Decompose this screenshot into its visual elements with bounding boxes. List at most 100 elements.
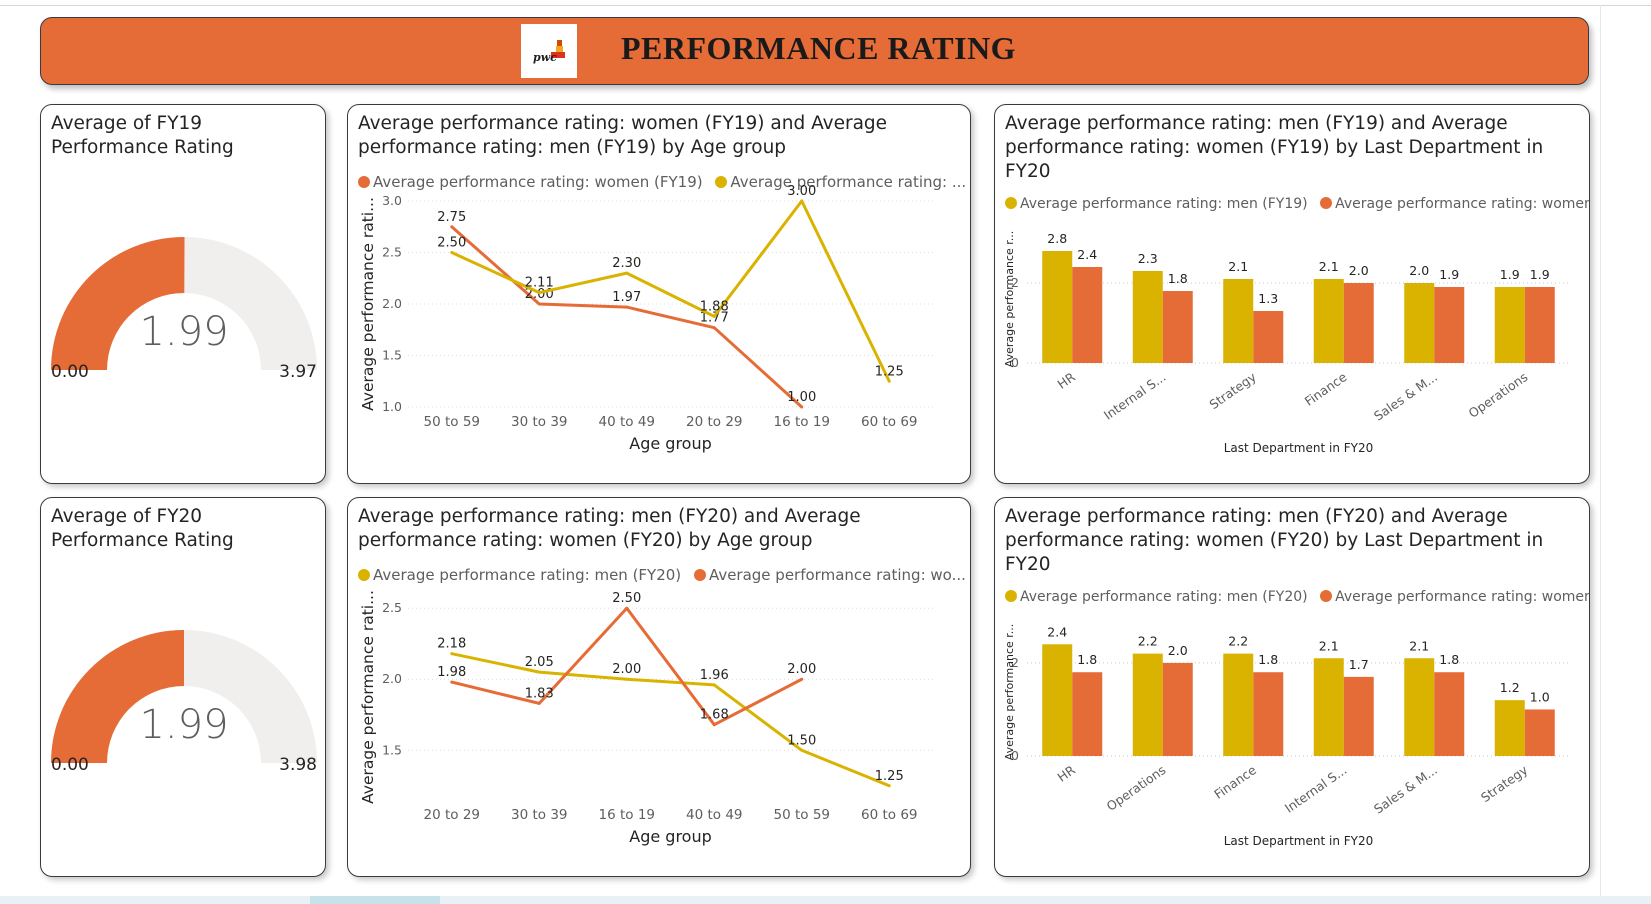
data-label: 2.05 (525, 655, 554, 670)
gauge-value: 1.99 (139, 309, 228, 355)
page-title: PERFORMANCE RATING (621, 30, 1017, 66)
data-label: 2.1 (1319, 638, 1339, 653)
data-label: 2.50 (437, 236, 466, 251)
bar[interactable] (1162, 662, 1193, 756)
data-point[interactable] (712, 683, 716, 687)
data-point[interactable] (712, 314, 716, 318)
data-point[interactable] (800, 405, 804, 409)
data-point[interactable] (887, 784, 891, 788)
data-point[interactable] (625, 305, 629, 309)
data-label: 2.2 (1138, 634, 1158, 649)
data-point[interactable] (712, 326, 716, 330)
data-point[interactable] (450, 652, 454, 656)
gauge-min-label: 0.00 (51, 362, 89, 382)
series-line[interactable] (451, 652, 890, 788)
bar[interactable] (1042, 251, 1073, 363)
series-line[interactable] (450, 225, 803, 409)
data-point[interactable] (800, 199, 804, 203)
data-point[interactable] (800, 748, 804, 752)
x-axis-title: Age group (629, 434, 712, 453)
data-point[interactable] (887, 379, 891, 383)
y-tick-label: 2.0 (382, 296, 402, 311)
gauge-max-label: 3.97 (279, 362, 317, 382)
bar[interactable] (1343, 676, 1374, 756)
bar[interactable] (1223, 279, 1254, 363)
data-point[interactable] (625, 677, 629, 681)
bar[interactable] (1132, 271, 1163, 363)
y-tick-label: 1.0 (382, 399, 402, 414)
data-point[interactable] (537, 670, 541, 674)
bar[interactable] (1494, 287, 1525, 363)
bar[interactable] (1253, 672, 1284, 756)
bar[interactable] (1343, 283, 1374, 363)
x-tick-label: 30 to 39 (511, 414, 568, 430)
gauge-value: 1.99 (139, 702, 228, 748)
bar[interactable] (1313, 279, 1344, 363)
bar-chart-card-fy19[interactable]: Average performance rating: men (FY19) a… (994, 104, 1590, 484)
data-label: 2.3 (1138, 251, 1158, 266)
data-point[interactable] (450, 251, 454, 254)
x-tick-label: HR (1055, 369, 1079, 392)
data-label: 2.75 (437, 210, 466, 225)
data-label: 1.0 (1530, 689, 1550, 704)
bar-chart-card-fy20[interactable]: Average performance rating: men (FY20) a… (994, 497, 1590, 877)
data-point[interactable] (625, 606, 629, 610)
bar[interactable] (1524, 709, 1555, 756)
gauge-card-fy20[interactable]: Average of FY20 Performance Rating 1.99 0… (40, 497, 326, 877)
bar[interactable] (1132, 653, 1163, 756)
data-label: 2.0 (1409, 263, 1429, 278)
data-label: 1.88 (700, 299, 729, 314)
data-point[interactable] (450, 680, 454, 684)
data-label: 1.00 (787, 390, 816, 405)
report-page: pwc PERFORMANCE RATING Average of FY19 P… (0, 0, 1651, 904)
data-label: 1.96 (700, 668, 729, 683)
data-label: 2.50 (612, 591, 641, 606)
bar[interactable] (1042, 644, 1073, 756)
x-tick-label: Internal S... (1101, 369, 1169, 423)
x-axis-title: Age group (629, 827, 712, 846)
data-point[interactable] (712, 723, 716, 727)
data-point[interactable] (537, 291, 541, 295)
chart-plot: 022.82.4HR2.31.8Internal S...2.11.3Strat… (1003, 231, 1570, 455)
data-label: 1.9 (1500, 267, 1520, 282)
bar[interactable] (1494, 700, 1525, 756)
bar[interactable] (1404, 658, 1435, 756)
y-tick-label: 1.5 (382, 742, 402, 757)
data-label: 1.3 (1258, 291, 1278, 306)
bar[interactable] (1072, 672, 1103, 756)
line-chart-card-fy20[interactable]: Average performance rating: men (FY20) a… (347, 497, 971, 877)
data-point[interactable] (537, 302, 541, 306)
x-tick-label: Finance (1211, 762, 1259, 802)
bar[interactable] (1253, 311, 1284, 363)
gauge-card-fy19[interactable]: Average of FY19 Performance Rating 1.99 0… (40, 104, 326, 484)
line-chart-card-fy19[interactable]: Average performance rating: women (FY19)… (347, 104, 971, 484)
gauge-fy20: 1.99 0.00 3.98 (51, 630, 317, 775)
data-point[interactable] (625, 271, 629, 275)
data-label: 2.1 (1319, 259, 1339, 274)
x-tick-label: 20 to 29 (424, 807, 481, 823)
bar[interactable] (1162, 291, 1193, 363)
series-line[interactable] (451, 199, 891, 382)
bottom-scrollbar[interactable] (0, 896, 1651, 904)
x-tick-label: HR (1055, 762, 1079, 785)
bar[interactable] (1223, 653, 1254, 756)
x-tick-label: Finance (1302, 369, 1350, 409)
data-point[interactable] (450, 225, 454, 229)
data-label: 2.18 (437, 637, 466, 652)
data-point[interactable] (537, 701, 541, 705)
x-axis-title: Last Department in FY20 (1224, 441, 1374, 455)
data-point[interactable] (800, 677, 804, 681)
bar[interactable] (1072, 267, 1103, 363)
x-tick-label: 16 to 19 (599, 807, 656, 823)
bar[interactable] (1524, 287, 1555, 363)
report-header: pwc PERFORMANCE RATING (40, 17, 1589, 85)
gauge-min-label: 0.00 (51, 755, 89, 775)
bar[interactable] (1434, 287, 1465, 363)
bar[interactable] (1404, 283, 1435, 363)
chart-plot: 1.5 2.0 2.5 20 to 29 30 to 39 16 to 19 40 to 4… (359, 590, 933, 846)
data-label: 2.00 (787, 662, 816, 677)
x-tick-label: 20 to 29 (686, 414, 743, 430)
data-label: 2.11 (525, 276, 554, 291)
bar[interactable] (1434, 672, 1465, 756)
bar[interactable] (1313, 658, 1344, 756)
